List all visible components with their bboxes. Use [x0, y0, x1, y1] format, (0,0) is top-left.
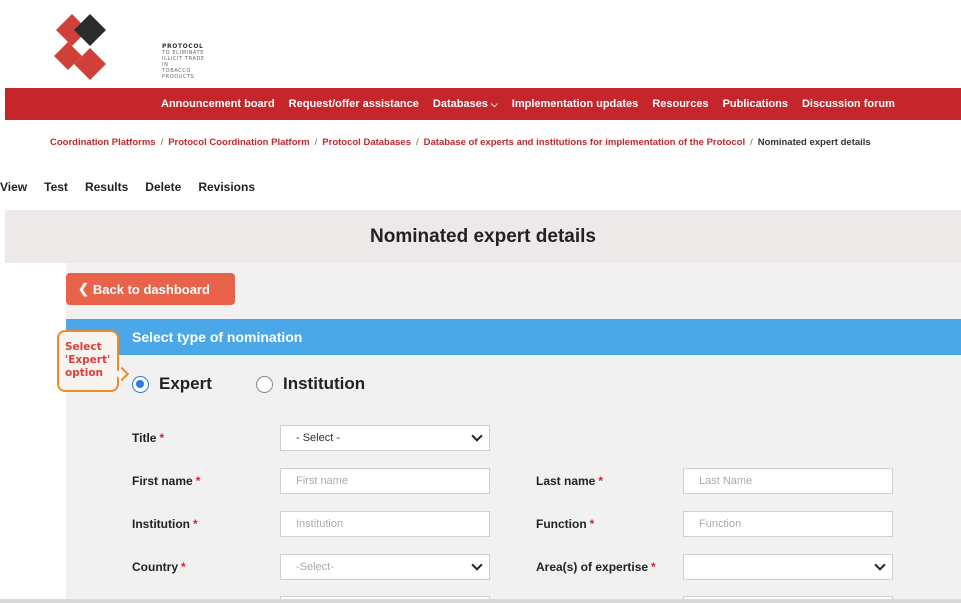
institution-label-text: Institution — [132, 517, 190, 531]
function-placeholder: Function — [699, 518, 742, 530]
last-name-placeholder: Last Name — [699, 475, 753, 487]
radio-institution[interactable]: Institution — [256, 374, 365, 394]
first-name-label-text: First name — [132, 474, 193, 488]
country-label-text: Country — [132, 560, 178, 574]
breadcrumb-separator: / — [750, 137, 753, 148]
function-field-label: Function * — [536, 517, 594, 531]
required-marker: * — [195, 474, 201, 488]
radio-expert-button[interactable] — [132, 375, 149, 393]
first-name-placeholder: First name — [296, 475, 348, 487]
logo-text: PROTOCOL TO ELIMINATE ILLICIT TRADE IN T… — [162, 44, 210, 81]
chevron-left-icon: ❮ — [78, 281, 89, 296]
breadcrumb-coordination-platforms[interactable]: Coordination Platforms — [50, 137, 156, 148]
radio-expert[interactable]: Expert — [132, 374, 212, 394]
country-select-value: -Select- — [296, 561, 334, 573]
window-bottom-edge — [0, 599, 961, 603]
nav-databases[interactable]: Databases ⌵ — [433, 98, 498, 110]
chevron-down-icon: ⌵ — [490, 99, 498, 109]
institution-placeholder: Institution — [296, 518, 344, 530]
function-input[interactable]: Function — [683, 511, 893, 537]
expertise-label-text: Area(s) of expertise — [536, 560, 649, 574]
institution-field-label: Institution * — [132, 517, 198, 531]
chevron-down-icon — [874, 559, 886, 571]
chevron-down-icon — [471, 430, 483, 442]
breadcrumb-experts-database[interactable]: Database of experts and institutions for… — [424, 137, 745, 148]
expertise-field-label: Area(s) of expertise * — [536, 560, 656, 574]
section-title: Select type of nomination — [132, 329, 303, 345]
select-expert-callout: Select 'Expert' option — [57, 330, 119, 392]
breadcrumb: Coordination Platforms / Protocol Coordina… — [50, 137, 871, 148]
country-select[interactable]: -Select- — [280, 554, 490, 580]
last-name-input[interactable]: Last Name — [683, 468, 893, 494]
breadcrumb-separator: / — [314, 137, 318, 148]
callout-line-3: option — [65, 367, 104, 379]
nav-announcement-board[interactable]: Announcement board — [161, 98, 275, 110]
back-button-label: Back to dashboard — [92, 281, 210, 297]
tab-view[interactable]: View — [0, 180, 27, 194]
nav-resources[interactable]: Resources — [652, 98, 708, 110]
logo-line-3: ILLICIT TRADE IN — [162, 56, 205, 68]
chevron-down-icon — [471, 559, 483, 571]
nav-publications[interactable]: Publications — [723, 98, 788, 110]
title-select[interactable]: - Select - — [280, 425, 490, 451]
main-navbar: Announcement board Request/offer assista… — [5, 88, 961, 120]
institution-input[interactable]: Institution — [280, 511, 490, 537]
page-title: Nominated expert details — [370, 225, 596, 247]
tab-delete[interactable]: Delete — [145, 180, 181, 194]
nav-discussion-forum[interactable]: Discussion forum — [802, 98, 895, 110]
first-name-field-label: First name * — [132, 474, 200, 488]
breadcrumb-separator: / — [160, 137, 164, 148]
required-marker: * — [192, 517, 198, 531]
required-marker: * — [159, 431, 165, 445]
tab-test[interactable]: Test — [44, 180, 68, 194]
required-marker: * — [181, 560, 186, 574]
callout-line-2: 'Expert' — [65, 354, 111, 366]
nav-request-offer-assistance[interactable]: Request/offer assistance — [289, 98, 419, 110]
callout-line-1: Select — [65, 341, 102, 353]
admin-tabs: View Test Results Delete Revisions — [0, 180, 272, 194]
nav-implementation-updates[interactable]: Implementation updates — [512, 98, 639, 110]
logo-line-4: TOBACCO PRODUCTS — [162, 68, 195, 80]
radio-institution-button[interactable] — [256, 375, 273, 393]
title-select-value: - Select - — [296, 432, 341, 444]
breadcrumb-separator: / — [416, 137, 419, 148]
page-title-bar: Nominated expert details — [5, 210, 961, 263]
form-area — [66, 263, 961, 603]
expertise-select[interactable] — [683, 554, 893, 580]
function-label-text: Function — [536, 517, 587, 531]
title-label-text: Title — [132, 431, 157, 445]
back-to-dashboard-button[interactable]: ❮ Back to dashboard — [66, 273, 235, 305]
required-marker: * — [598, 474, 604, 488]
required-marker: * — [589, 517, 595, 531]
first-name-input[interactable]: First name — [280, 468, 490, 494]
country-field-label: Country * — [132, 560, 186, 574]
required-marker: * — [651, 560, 656, 574]
radio-institution-label: Institution — [283, 374, 366, 393]
protocol-logo[interactable]: PROTOCOL TO ELIMINATE ILLICIT TRADE IN T… — [50, 12, 210, 82]
radio-expert-label: Expert — [159, 374, 212, 393]
last-name-field-label: Last name * — [536, 474, 603, 488]
breadcrumb-protocol-coordination-platform[interactable]: Protocol Coordination Platform — [168, 137, 309, 148]
tab-revisions[interactable]: Revisions — [198, 180, 255, 194]
last-name-label-text: Last name — [536, 474, 596, 488]
nav-databases-label: Databases — [432, 98, 488, 110]
tab-results[interactable]: Results — [85, 180, 128, 194]
fctc-protocol-diamond-logo-icon — [54, 14, 106, 80]
nomination-type-section-header: Select type of nomination — [66, 319, 961, 355]
breadcrumb-current: Nominated expert details — [757, 137, 871, 148]
breadcrumb-protocol-databases[interactable]: Protocol Databases — [322, 137, 411, 148]
title-field-label: Title * — [132, 431, 164, 445]
